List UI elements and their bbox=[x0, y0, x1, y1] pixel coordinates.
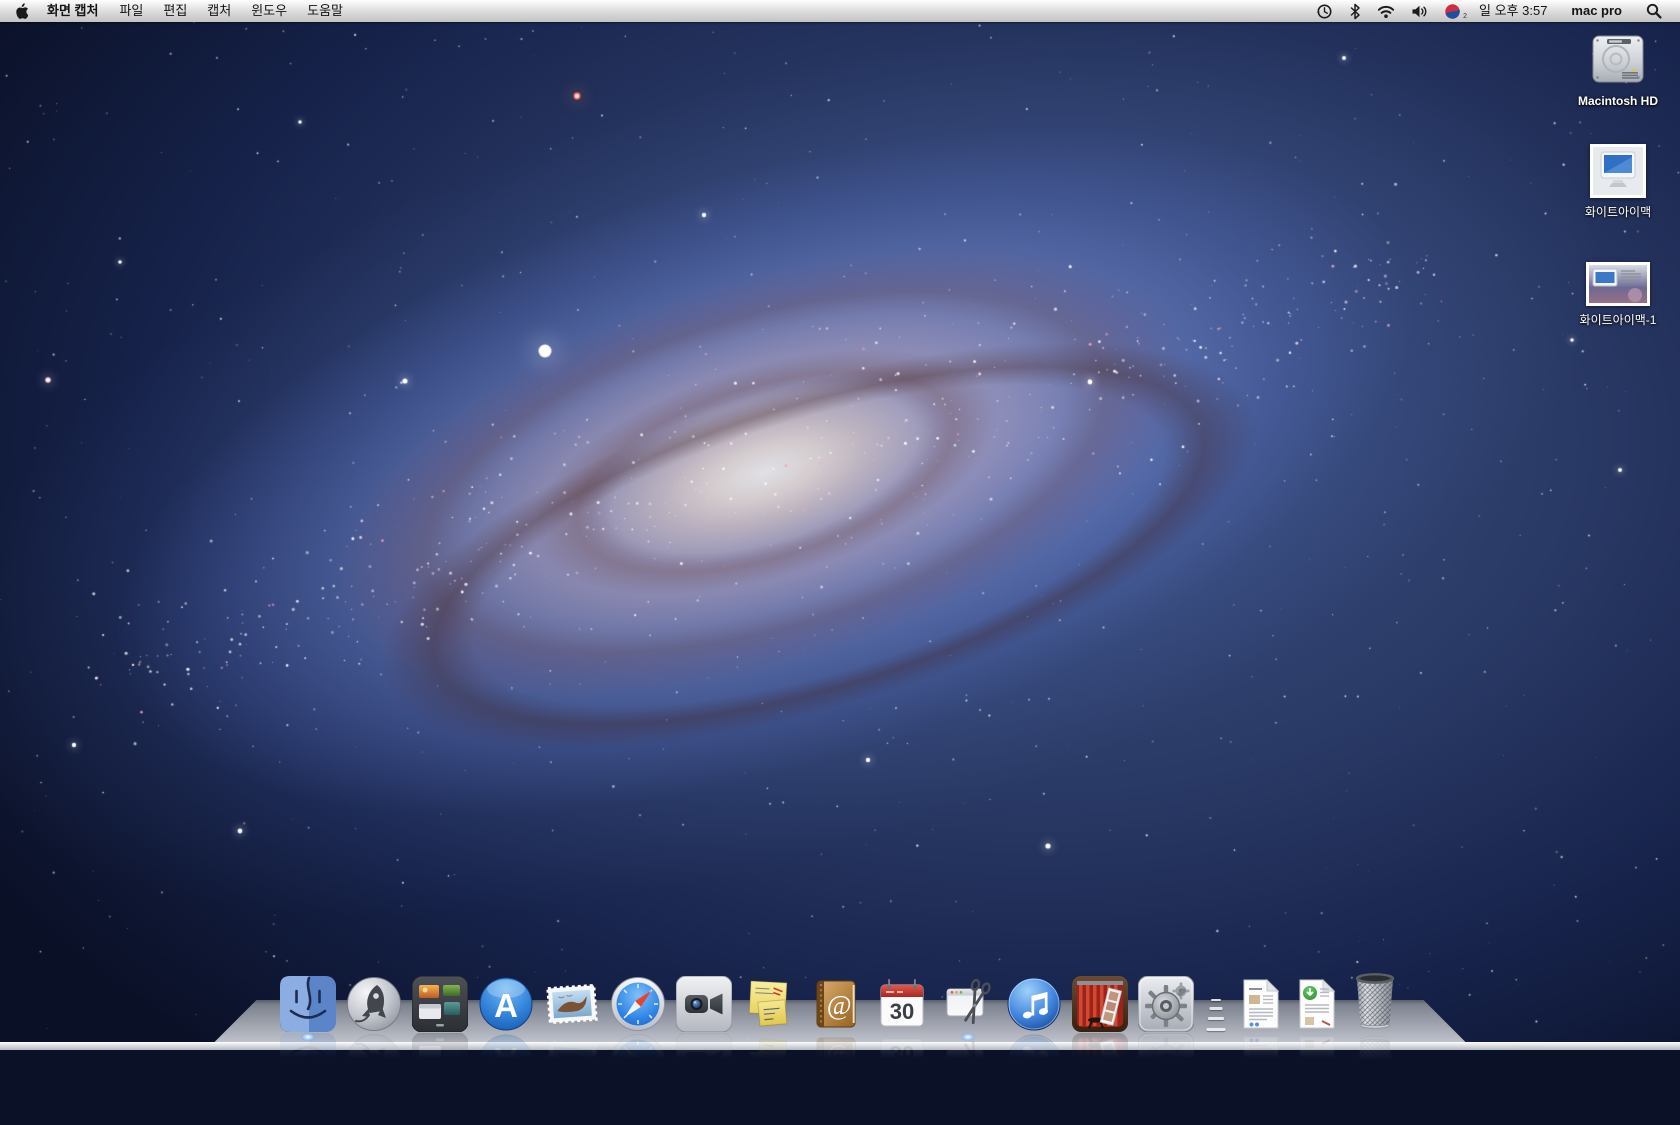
ical-icon: 30 bbox=[874, 976, 930, 1032]
spotlight-icon bbox=[1646, 3, 1662, 19]
dock-item-itunes[interactable] bbox=[1006, 976, 1062, 1032]
dock-item-safari[interactable] bbox=[610, 976, 666, 1032]
spotlight-menu[interactable] bbox=[1638, 0, 1670, 22]
dock-item-photo-booth[interactable] bbox=[1072, 976, 1128, 1032]
menu-help[interactable]: 도움말 bbox=[297, 0, 353, 22]
dock-separator bbox=[1204, 982, 1228, 1032]
icon-label: Macintosh HD bbox=[1578, 94, 1658, 108]
dock: A bbox=[280, 970, 1400, 1032]
grab-icon bbox=[940, 976, 996, 1032]
input-source-badge: 2 bbox=[1463, 13, 1467, 20]
dock-item-finder[interactable] bbox=[280, 976, 336, 1032]
dock-item-facetime[interactable] bbox=[676, 976, 732, 1032]
dock-item-system-preferences[interactable] bbox=[1138, 976, 1194, 1032]
system-preferences-icon bbox=[1138, 976, 1194, 1032]
starfield bbox=[0, 0, 1680, 1050]
dock-item-document-2[interactable] bbox=[1294, 976, 1340, 1032]
icon-label: 화이트아이맥 bbox=[1585, 203, 1651, 220]
app-store-icon: A bbox=[478, 976, 534, 1032]
image-file-icon bbox=[1590, 144, 1646, 198]
mail-icon bbox=[544, 976, 600, 1032]
input-source-menu[interactable]: 2 bbox=[1436, 0, 1469, 22]
facetime-icon bbox=[676, 976, 732, 1032]
menu-window[interactable]: 윈도우 bbox=[241, 0, 297, 22]
photo-booth-icon bbox=[1072, 976, 1128, 1032]
menu-file[interactable]: 파일 bbox=[109, 0, 153, 22]
address-book-icon: @ bbox=[808, 976, 864, 1032]
dock-item-stickies[interactable] bbox=[742, 976, 798, 1032]
dock-item-document-1[interactable] bbox=[1238, 976, 1284, 1032]
image-file-icon bbox=[1586, 262, 1650, 306]
icon-label: 화이트아이맥-1 bbox=[1580, 311, 1657, 328]
desktop-icon-image-1[interactable]: 화이트아이맥 bbox=[1556, 144, 1680, 220]
time-machine-menu[interactable] bbox=[1308, 0, 1341, 22]
menu-bar: 화면 캡처 파일 편집 캡처 윈도우 도움말 bbox=[0, 0, 1680, 22]
hard-drive-icon bbox=[1588, 29, 1648, 89]
wifi-menu[interactable] bbox=[1369, 0, 1403, 22]
menu-edit[interactable]: 편집 bbox=[153, 0, 197, 22]
safari-icon bbox=[610, 976, 666, 1032]
apple-menu[interactable] bbox=[0, 0, 36, 22]
dock-item-grab[interactable] bbox=[940, 976, 996, 1032]
menu-capture[interactable]: 캡처 bbox=[197, 0, 241, 22]
dock-item-app-store[interactable]: A bbox=[478, 976, 534, 1032]
dock-item-address-book[interactable]: @ bbox=[808, 976, 864, 1032]
korean-flag-icon bbox=[1444, 3, 1461, 20]
user-switch-menu[interactable]: mac pro bbox=[1557, 0, 1638, 22]
document-icon bbox=[1238, 976, 1284, 1032]
svg-text:@: @ bbox=[827, 990, 852, 1020]
launchpad-icon bbox=[346, 976, 402, 1032]
itunes-icon bbox=[1006, 976, 1062, 1032]
dock-item-mission-control[interactable] bbox=[412, 976, 468, 1032]
mission-control-icon bbox=[412, 976, 468, 1032]
apple-icon bbox=[14, 3, 28, 20]
document-icon bbox=[1294, 976, 1340, 1032]
app-store-letter: A bbox=[494, 987, 518, 1024]
dock-item-ical[interactable]: 30 bbox=[874, 976, 930, 1032]
finder-icon bbox=[280, 976, 336, 1032]
dock-item-launchpad[interactable] bbox=[346, 976, 402, 1032]
volume-menu[interactable] bbox=[1403, 0, 1436, 22]
desktop-icon-image-2[interactable]: 화이트아이맥-1 bbox=[1556, 262, 1680, 328]
ical-day-number: 30 bbox=[890, 999, 914, 1024]
desktop-icon-macintosh-hd[interactable]: Macintosh HD bbox=[1556, 29, 1680, 108]
wifi-icon bbox=[1377, 4, 1395, 19]
trash-icon bbox=[1350, 970, 1400, 1032]
app-menu-title[interactable]: 화면 캡처 bbox=[36, 0, 109, 22]
dock-item-mail[interactable] bbox=[544, 976, 600, 1032]
time-machine-icon bbox=[1316, 3, 1333, 20]
bluetooth-menu[interactable] bbox=[1341, 0, 1369, 22]
dock-front-edge bbox=[0, 1042, 1680, 1050]
volume-icon bbox=[1411, 4, 1428, 19]
clock-menu[interactable]: 일 오후 3:57 bbox=[1469, 0, 1557, 22]
stickies-icon bbox=[742, 976, 798, 1032]
bluetooth-icon bbox=[1349, 3, 1361, 20]
dock-item-trash[interactable] bbox=[1350, 970, 1400, 1032]
